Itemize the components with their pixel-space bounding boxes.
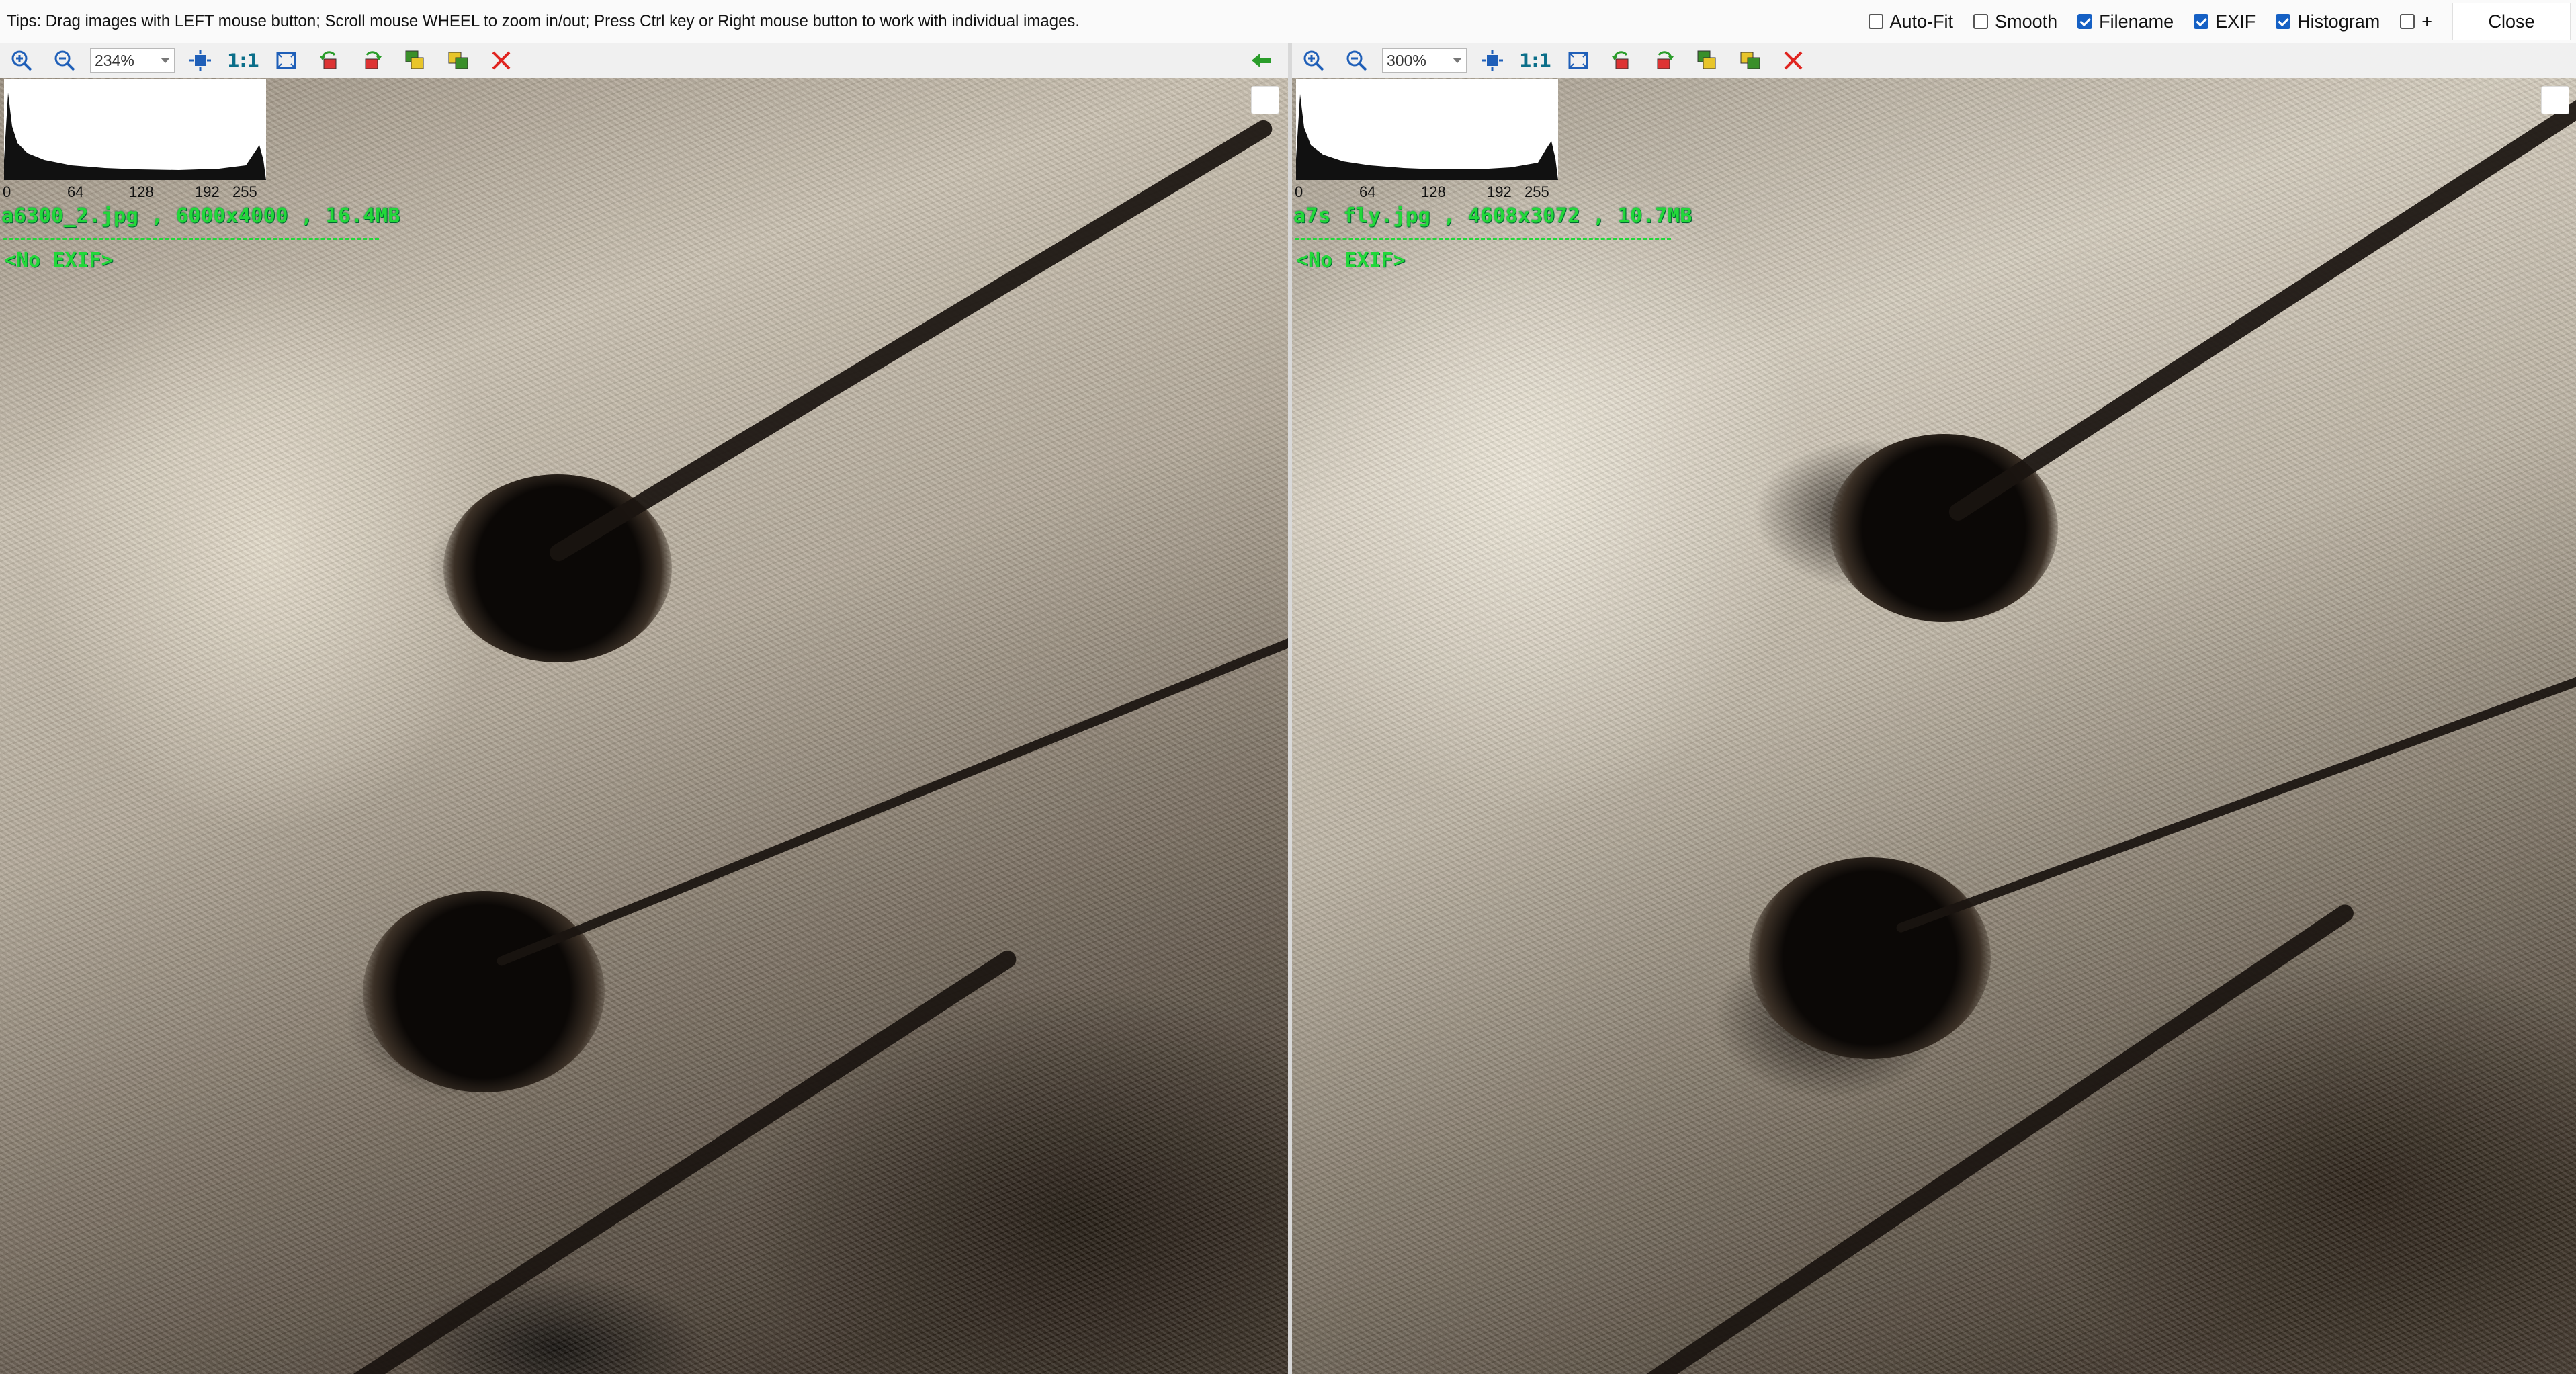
smooth-label: Smooth	[1995, 11, 2058, 32]
hist-tick: 255	[1525, 183, 1549, 200]
fit-to-window-icon[interactable]	[183, 44, 218, 77]
rotate-left-icon[interactable]	[312, 44, 347, 77]
exif-info: <No EXIF>	[4, 249, 114, 272]
fit-to-window-icon[interactable]	[1475, 44, 1510, 77]
close-button[interactable]: Close	[2452, 3, 2571, 40]
hist-tick: 192	[195, 183, 220, 200]
bristle-socket	[363, 891, 605, 1092]
tips-text: Tips: Drag images with LEFT mouse button…	[7, 12, 1080, 30]
left-toolbar: 234% 1:1	[0, 43, 1288, 78]
histogram-label: Histogram	[2297, 11, 2380, 32]
fullscreen-icon[interactable]	[1561, 44, 1596, 77]
copy-icon[interactable]	[398, 44, 433, 77]
close-x-icon[interactable]	[1776, 44, 1811, 77]
hist-tick: 192	[1487, 183, 1512, 200]
zoom-select[interactable]: 234%	[90, 48, 175, 73]
histogram-ticks: 0 64 128 192 255	[0, 183, 262, 201]
top-bar: Tips: Drag images with LEFT mouse button…	[0, 0, 2576, 44]
file-info: a7s fly.jpg , 4608x3072 , 10.7MB	[1293, 204, 1692, 228]
sync-arrow-icon[interactable]	[1244, 44, 1279, 77]
plus-checkbox-box[interactable]	[2400, 14, 2415, 29]
divider	[3, 238, 379, 240]
right-toolbar: 300% 1:1	[1292, 43, 2576, 78]
zoom-value: 300%	[1387, 51, 1426, 69]
hist-tick: 0	[3, 183, 11, 200]
actual-size-button[interactable]: 1:1	[226, 44, 261, 77]
hist-tick: 128	[129, 183, 154, 200]
hist-tick: 255	[232, 183, 257, 200]
zoom-in-icon[interactable]	[1296, 44, 1331, 77]
plus-label: +	[2421, 11, 2432, 32]
histogram-graph	[4, 93, 266, 180]
actual-size-button[interactable]: 1:1	[1518, 44, 1553, 77]
exif-checkbox-box[interactable]	[2194, 14, 2209, 29]
hist-tick: 0	[1295, 183, 1303, 200]
zoom-value: 234%	[95, 51, 134, 69]
autofit-checkbox-box[interactable]	[1868, 14, 1883, 29]
zoom-select[interactable]: 300%	[1382, 48, 1467, 73]
zoom-out-icon[interactable]	[47, 44, 82, 77]
histogram-ticks: 0 64 128 192 255	[1292, 183, 1554, 201]
right-image-viewport[interactable]: 0 64 128 192 255 a7s fly.jpg , 4608x3072…	[1292, 78, 2576, 1374]
autofit-checkbox[interactable]: Auto-Fit	[1868, 11, 1954, 32]
fullscreen-icon[interactable]	[269, 44, 304, 77]
rotate-left-icon[interactable]	[1604, 44, 1639, 77]
chevron-down-icon	[1453, 58, 1462, 63]
histogram	[4, 79, 266, 180]
smooth-checkbox[interactable]: Smooth	[1973, 11, 2057, 32]
save-icon[interactable]	[1733, 44, 1768, 77]
file-info: a6300_2.jpg , 6000x4000 , 16.4MB	[1, 204, 400, 228]
close-x-icon[interactable]	[484, 44, 519, 77]
zoom-in-icon[interactable]	[4, 44, 39, 77]
filename-label: Filename	[2099, 11, 2174, 32]
filename-checkbox[interactable]: Filename	[2077, 11, 2174, 32]
histogram-checkbox-box[interactable]	[2276, 14, 2291, 29]
overlay-toggle-square[interactable]	[2541, 86, 2569, 114]
bristle-socket	[1749, 857, 1991, 1059]
rotate-right-icon[interactable]	[1647, 44, 1682, 77]
zoom-out-icon[interactable]	[1339, 44, 1374, 77]
filename-checkbox-box[interactable]	[2077, 14, 2093, 29]
chevron-down-icon	[161, 58, 170, 63]
copy-icon[interactable]	[1690, 44, 1725, 77]
histogram-checkbox[interactable]: Histogram	[2276, 11, 2380, 32]
options-bar: Auto-Fit Smooth Filename EXIF Histogram …	[1868, 0, 2576, 43]
exif-checkbox[interactable]: EXIF	[2194, 11, 2256, 32]
plus-checkbox[interactable]: +	[2400, 11, 2432, 32]
overlay-toggle-square[interactable]	[1251, 86, 1279, 114]
save-icon[interactable]	[441, 44, 476, 77]
right-pane: 300% 1:1 0 64 128 192 255 a7s fly.jpg , …	[1288, 43, 2576, 1374]
left-pane: 234% 1:1 0 64 128 192 255 a6300_2.jpg , …	[0, 43, 1288, 1374]
histogram-graph	[1296, 94, 1558, 180]
smooth-checkbox-box[interactable]	[1973, 14, 1989, 29]
exif-info: <No EXIF>	[1296, 249, 1406, 272]
hist-tick: 64	[1359, 183, 1376, 200]
hist-tick: 64	[67, 183, 84, 200]
hist-tick: 128	[1421, 183, 1446, 200]
exif-label: EXIF	[2215, 11, 2256, 32]
left-image-viewport[interactable]: 0 64 128 192 255 a6300_2.jpg , 6000x4000…	[0, 78, 1288, 1374]
divider	[1295, 238, 1671, 240]
autofit-label: Auto-Fit	[1889, 11, 1954, 32]
rotate-right-icon[interactable]	[355, 44, 390, 77]
histogram	[1296, 79, 1558, 180]
